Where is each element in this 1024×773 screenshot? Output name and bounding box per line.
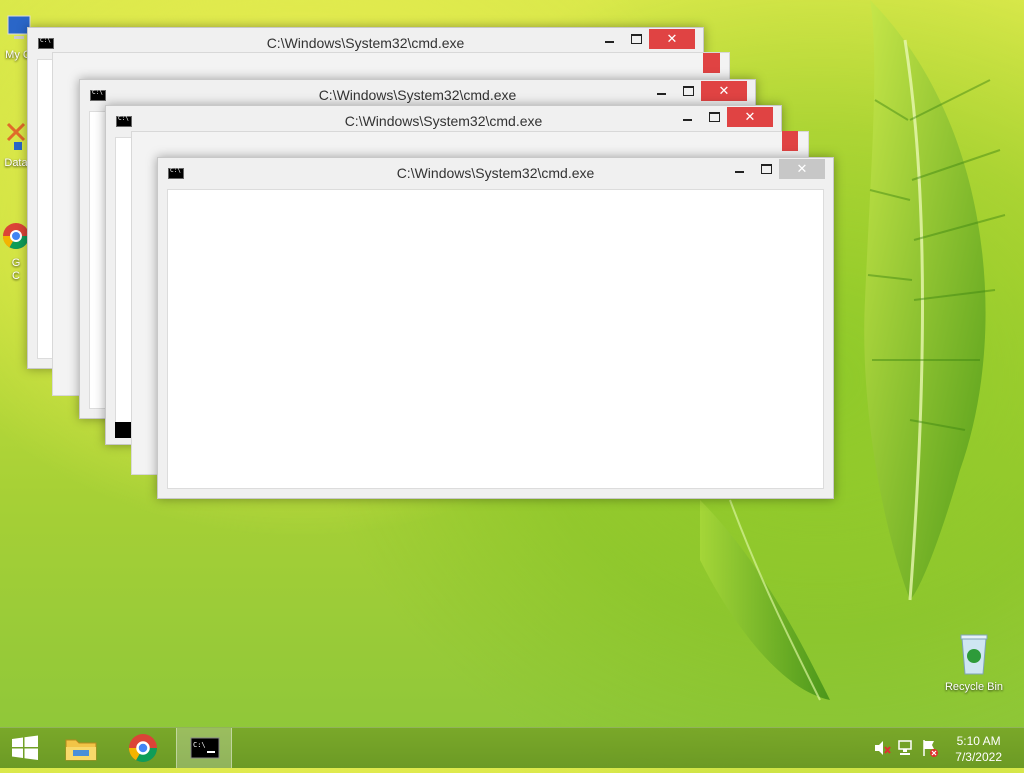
action-center-flag-icon	[923, 740, 938, 757]
close-button[interactable]	[782, 131, 798, 151]
maximize-button[interactable]	[623, 29, 649, 49]
network-icon	[898, 740, 912, 755]
minimize-button[interactable]	[596, 29, 622, 49]
tray-action-center[interactable]	[920, 728, 940, 768]
title-bar[interactable]: C:\Windows\System32\cmd.exe ✕	[158, 158, 833, 188]
chrome-icon	[129, 734, 157, 762]
minimize-button[interactable]	[674, 107, 700, 127]
taskbar-cmd[interactable]: C:\	[176, 728, 232, 768]
clock[interactable]: 5:10 AM 7/3/2022	[955, 733, 1002, 765]
close-button[interactable]	[703, 53, 720, 73]
taskbar: C:\ 5:10 AM 7/3/2022	[0, 727, 1024, 768]
maximize-button[interactable]	[675, 81, 701, 101]
maximize-button[interactable]	[753, 159, 779, 179]
tray-network[interactable]	[896, 728, 916, 768]
start-button[interactable]	[0, 728, 50, 768]
clock-time: 5:10 AM	[956, 734, 1001, 748]
maximize-button[interactable]	[701, 107, 727, 127]
minimize-button[interactable]	[726, 159, 752, 179]
taskbar-chrome[interactable]	[120, 728, 166, 768]
desktop-icon-recycle-bin[interactable]: Recycle Bin	[938, 632, 1010, 694]
close-button[interactable]: ✕	[649, 29, 695, 49]
console-cursor-block	[115, 422, 131, 438]
close-button[interactable]: ✕	[701, 81, 747, 101]
recycle-bin-icon	[960, 634, 988, 675]
svg-text:C:\: C:\	[193, 741, 206, 749]
taskbar-file-explorer[interactable]	[58, 728, 104, 768]
volume-muted-icon	[875, 741, 891, 755]
close-button[interactable]: ✕	[779, 159, 825, 179]
clock-date: 7/3/2022	[955, 750, 1002, 764]
minimize-button[interactable]	[648, 81, 674, 101]
windows-logo-icon	[12, 735, 38, 760]
cmd-icon: C:\	[190, 737, 220, 759]
cmd-window-4[interactable]: C:\Windows\System32\cmd.exe ✕	[157, 157, 834, 499]
file-explorer-icon	[65, 739, 97, 761]
tray-volume[interactable]	[872, 728, 892, 768]
desktop-icon-label: Recycle Bin	[944, 681, 1004, 693]
close-button[interactable]: ✕	[727, 107, 773, 127]
console-area[interactable]	[167, 189, 824, 489]
